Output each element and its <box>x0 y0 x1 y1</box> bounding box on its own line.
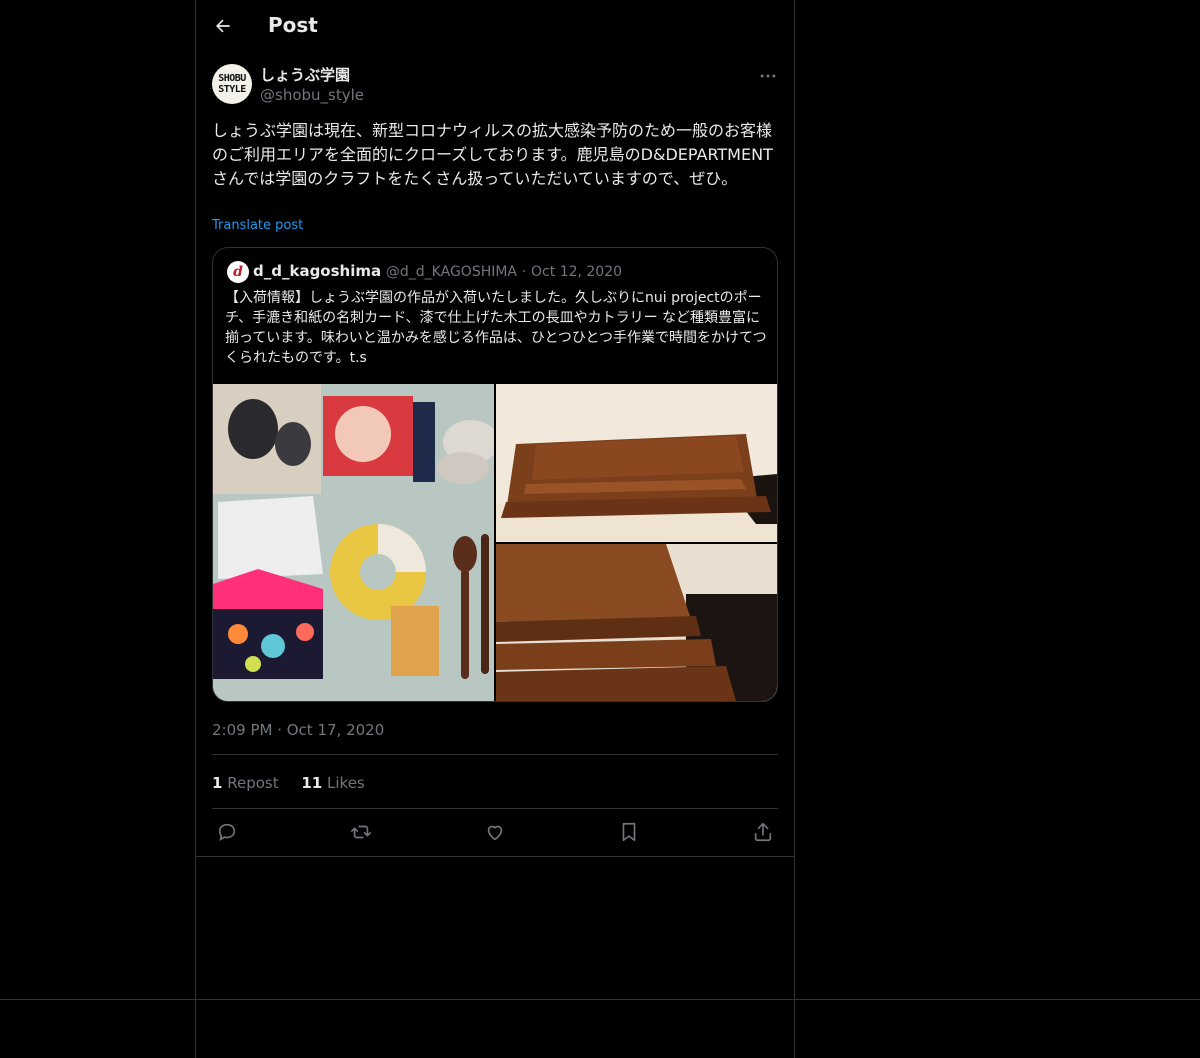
arrow-left-icon <box>216 19 230 33</box>
reply-button[interactable] <box>216 821 238 843</box>
quote-media-grid <box>213 384 777 701</box>
repost-icon <box>351 825 371 839</box>
bookmark-button[interactable] <box>618 821 640 843</box>
more-button[interactable] <box>758 66 778 86</box>
media-image-trays-1[interactable] <box>496 384 777 542</box>
quote-meta: d_d_kagoshima @d_d_KAGOSHIMA · Oct 12, 2… <box>253 262 622 280</box>
like-icon <box>487 825 503 841</box>
media-image-crafts[interactable] <box>213 384 494 701</box>
quote-date: Oct 12, 2020 <box>531 264 623 280</box>
share-button[interactable] <box>752 821 774 843</box>
quote-author-name: d_d_kagoshima <box>253 262 382 280</box>
media-image-trays-2[interactable] <box>496 544 777 701</box>
page-title: Post <box>268 13 318 37</box>
quote-text: 【入荷情報】しょうぶ学園の作品が入荷いたしました。久しぶりにnui projec… <box>225 290 767 366</box>
back-button[interactable] <box>212 15 234 37</box>
translate-post-link[interactable]: Translate post <box>212 218 303 233</box>
bookmark-icon <box>622 822 636 842</box>
divider <box>212 808 778 809</box>
quote-separator: · <box>521 264 527 280</box>
post-timestamp[interactable]: 2:09 PM · Oct 17, 2020 <box>212 721 384 739</box>
quoted-post[interactable]: d d_d_kagoshima @d_d_KAGOSHIMA · Oct 12,… <box>212 247 778 702</box>
quote-avatar: d <box>227 261 249 283</box>
repost-count[interactable]: 1 Repost <box>212 774 279 792</box>
action-bar <box>212 821 778 845</box>
quote-author-handle: @d_d_KAGOSHIMA <box>385 264 518 280</box>
post-text: しょうぶ学園は現在、新型コロナウィルスの拡大感染予防のため一般のお客様のご利用エ… <box>212 121 773 188</box>
author-handle[interactable]: @shobu_style <box>260 86 364 104</box>
share-icon <box>754 822 772 842</box>
author-name[interactable]: しょうぶ学園 <box>260 64 350 85</box>
divider <box>212 754 778 755</box>
like-button[interactable] <box>484 821 506 843</box>
avatar-logo: SHOBU STYLE <box>218 73 246 95</box>
more-icon <box>760 74 776 78</box>
primary-column: Post SHOBU STYLE しょうぶ学園 @shobu_style しょうぶ… <box>195 0 795 1058</box>
page-bottom-border <box>0 999 1200 1000</box>
reply-icon <box>218 823 236 841</box>
post-bottom-border <box>196 856 794 857</box>
avatar[interactable]: SHOBU STYLE <box>212 64 252 104</box>
repost-button[interactable] <box>350 821 372 843</box>
engagement-stats: 1 Repost 11 Likes <box>212 774 383 792</box>
like-count[interactable]: 11 Likes <box>301 774 364 792</box>
post-header: Post <box>196 0 794 53</box>
